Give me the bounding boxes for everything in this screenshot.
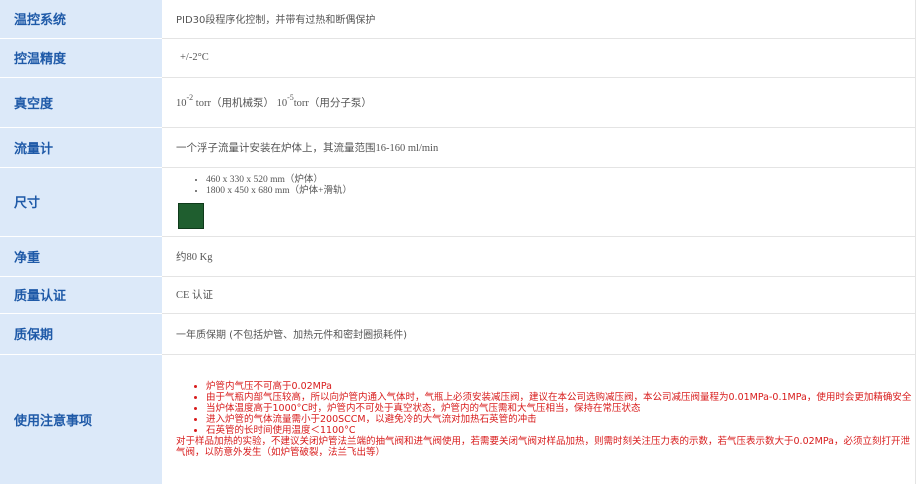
vacuum-base-2: 10 — [276, 97, 288, 109]
spec-row-temp-system: 温控系统 PID30段程序化控制，并带有过热和断偶保护 — [0, 0, 916, 39]
temp-accuracy-text: +/-2°C — [180, 52, 209, 63]
spec-row-warranty: 质保期 一年质保期 (不包括炉管、加热元件和密封圈损耗件) — [0, 313, 916, 355]
spec-row-size: 尺寸 460 x 330 x 520 mm（炉体） 1800 x 450 x 6… — [0, 167, 916, 237]
value-temp-accuracy: +/-2°C — [162, 38, 916, 78]
label-certification: 质量认证 — [0, 276, 162, 314]
vacuum-exp-2: -5 — [287, 92, 294, 102]
value-size: 460 x 330 x 520 mm（炉体） 1800 x 450 x 680 … — [162, 167, 916, 237]
notes-list: 炉管内气压不可高于0.02MPa 由于气瓶内部气压较高，所以向炉管内通入气体时，… — [176, 381, 915, 436]
vacuum-exp-1: -2 — [186, 92, 194, 102]
spec-row-net-weight: 净重 约80 Kg — [0, 236, 916, 277]
vacuum-unit-2: torr（用分子泵） — [293, 97, 372, 109]
value-warranty: 一年质保期 (不包括炉管、加热元件和密封圈损耗件) — [162, 313, 916, 355]
notes-item: 由于气瓶内部气压较高，所以向炉管内通入气体时，气瓶上必须安装减压阀，建议在本公司… — [206, 392, 915, 403]
label-flowmeter: 流量计 — [0, 127, 162, 168]
value-certification: CE 认证 — [162, 276, 916, 314]
spec-row-notes: 使用注意事项 炉管内气压不可高于0.02MPa 由于气瓶内部气压较高，所以向炉管… — [0, 354, 916, 485]
label-net-weight: 净重 — [0, 236, 162, 277]
value-vacuum: 10-2 torr（用机械泵） 10-5torr（用分子泵） — [162, 77, 916, 128]
spec-row-flowmeter: 流量计 一个浮子流量计安装在炉体上，其流量范围16-160 ml/min — [0, 127, 916, 168]
label-temp-accuracy: 控温精度 — [0, 38, 162, 78]
label-vacuum: 真空度 — [0, 77, 162, 128]
size-list: 460 x 330 x 520 mm（炉体） 1800 x 450 x 680 … — [176, 175, 915, 197]
notes-item: 进入炉管的气体流量需小于200SCCM，以避免冷的大气流对加热石英管的冲击 — [206, 414, 915, 425]
label-notes: 使用注意事项 — [0, 354, 162, 485]
label-size: 尺寸 — [0, 167, 162, 237]
notes-item: 当炉体温度高于1000°C时，炉管内不可处于真空状态，炉管内的气压需和大气压相当… — [206, 403, 915, 414]
notes-tail: 对于样品加热的实验，不建议关闭炉管法兰端的抽气阀和进气阀使用，若需要关闭气阀对样… — [176, 435, 910, 458]
size-item: 1800 x 450 x 680 mm（炉体+滑轨） — [206, 186, 915, 197]
value-temp-system: PID30段程序化控制，并带有过热和断偶保护 — [162, 0, 916, 39]
size-item: 460 x 330 x 520 mm（炉体） — [206, 175, 915, 186]
label-temp-system: 温控系统 — [0, 0, 162, 39]
value-flowmeter: 一个浮子流量计安装在炉体上，其流量范围16-160 ml/min — [162, 127, 916, 168]
value-net-weight: 约80 Kg — [162, 236, 916, 277]
spec-row-vacuum: 真空度 10-2 torr（用机械泵） 10-5torr（用分子泵） — [0, 77, 916, 128]
notes-item: 石英管的长时间使用温度＜1100°C — [206, 425, 915, 436]
spec-row-temp-accuracy: 控温精度 +/-2°C — [0, 38, 916, 78]
vacuum-unit-1: torr（用机械泵） — [195, 97, 274, 109]
notes-item: 炉管内气压不可高于0.02MPa — [206, 381, 915, 392]
spec-row-certification: 质量认证 CE 认证 — [0, 276, 916, 314]
spec-table: 温控系统 PID30段程序化控制，并带有过热和断偶保护 控温精度 +/-2°C … — [0, 0, 916, 485]
vacuum-base-1: 10 — [176, 97, 187, 109]
color-swatch — [178, 202, 204, 229]
label-warranty: 质保期 — [0, 313, 162, 355]
value-notes: 炉管内气压不可高于0.02MPa 由于气瓶内部气压较高，所以向炉管内通入气体时，… — [162, 354, 916, 484]
